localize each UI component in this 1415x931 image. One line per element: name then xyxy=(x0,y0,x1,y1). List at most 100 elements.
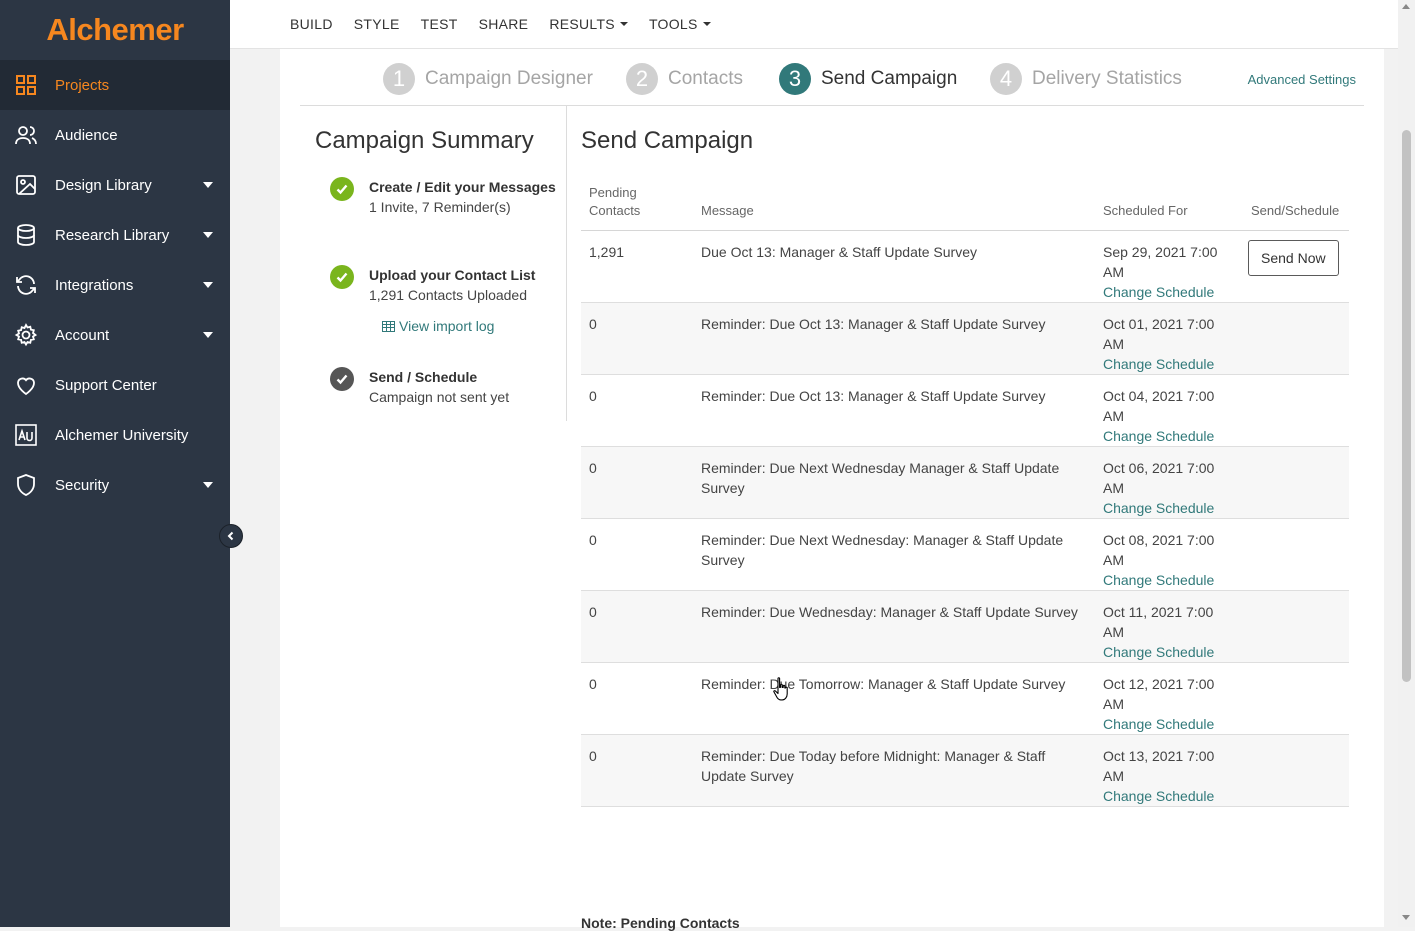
sidebar-item-audience[interactable]: Audience xyxy=(0,110,230,160)
change-schedule-link[interactable]: Change Schedule xyxy=(1103,282,1235,302)
table-row: 0 Reminder: Due Next Wednesday Manager &… xyxy=(581,446,1349,519)
change-schedule-link[interactable]: Change Schedule xyxy=(1103,498,1235,518)
step-delivery-statistics[interactable]: 4 Delivery Statistics xyxy=(990,63,1182,95)
summary-item-heading[interactable]: Upload your Contact List xyxy=(369,265,559,285)
step-send-campaign[interactable]: 3 Send Campaign xyxy=(779,63,957,95)
summary-item-heading[interactable]: Create / Edit your Messages xyxy=(369,177,559,197)
sidebar-item-design-library[interactable]: Design Library xyxy=(0,160,230,210)
change-schedule-link[interactable]: Change Schedule xyxy=(1103,570,1235,590)
message-text: Reminder: Due Oct 13: Manager & Staff Up… xyxy=(693,374,1095,447)
scheduled-date: Oct 04, 2021 7:00 AM xyxy=(1103,388,1215,424)
sidebar-item-label: Integrations xyxy=(55,276,134,294)
chevron-down-icon xyxy=(203,182,213,188)
image-icon xyxy=(16,175,36,195)
sidebar-item-account[interactable]: Account xyxy=(0,310,230,360)
step-number: 3 xyxy=(779,63,811,95)
check-circle-icon xyxy=(330,367,354,391)
step-campaign-designer[interactable]: 1 Campaign Designer xyxy=(383,63,593,95)
message-text: Reminder: Due Today before Midnight: Man… xyxy=(693,734,1095,807)
summary-item-status: 1 Invite, 7 Reminder(s) xyxy=(369,199,511,215)
step-label: Contacts xyxy=(668,68,743,89)
heart-icon xyxy=(17,377,35,396)
pending-count: 1,291 xyxy=(581,230,693,303)
scheduled-date: Oct 08, 2021 7:00 AM xyxy=(1103,532,1215,568)
sidebar-item-label: Security xyxy=(55,476,110,494)
check-circle-icon xyxy=(330,177,354,201)
send-cell xyxy=(1243,662,1349,735)
table-header-row: Pending Contacts Message Scheduled For S… xyxy=(581,177,1349,231)
caret-down-icon xyxy=(702,22,711,26)
change-schedule-link[interactable]: Change Schedule xyxy=(1103,426,1235,446)
send-cell xyxy=(1243,446,1349,519)
sidebar-item-support-center[interactable]: Support Center xyxy=(0,360,230,410)
nav-tools[interactable]: TOOLS xyxy=(649,16,711,32)
sidebar: Alchemer Projects Audience Design Librar… xyxy=(0,0,230,927)
table-row: 0 Reminder: Due Today before Midnight: M… xyxy=(581,734,1349,807)
summary-item-heading[interactable]: Send / Schedule xyxy=(369,367,559,387)
table-row: 1,291 Due Oct 13: Manager & Staff Update… xyxy=(581,230,1349,303)
sidebar-item-security[interactable]: Security xyxy=(0,460,230,510)
sidebar-item-label: Support Center xyxy=(55,376,157,394)
gear-icon xyxy=(14,323,38,347)
view-import-log-link[interactable]: View import log xyxy=(382,318,494,334)
send-cell xyxy=(1243,374,1349,447)
scheduled-date: Oct 06, 2021 7:00 AM xyxy=(1103,460,1215,496)
pending-count: 0 xyxy=(581,662,693,735)
message-text: Reminder: Due Tomorrow: Manager & Staff … xyxy=(693,662,1095,735)
send-cell xyxy=(1243,518,1349,591)
au-icon xyxy=(15,424,37,446)
collapse-sidebar-button[interactable] xyxy=(219,524,243,548)
send-now-button[interactable]: Send Now xyxy=(1248,240,1339,276)
col-send-schedule: Send/Schedule xyxy=(1243,177,1349,231)
send-cell xyxy=(1243,590,1349,663)
message-text: Reminder: Due Wednesday: Manager & Staff… xyxy=(693,590,1095,663)
advanced-settings-link[interactable]: Advanced Settings xyxy=(1248,72,1356,87)
schedule-cell: Oct 04, 2021 7:00 AM Change Schedule xyxy=(1095,374,1243,447)
sidebar-item-research-library[interactable]: Research Library xyxy=(0,210,230,260)
nav-build[interactable]: BUILD xyxy=(290,16,333,32)
col-scheduled-for: Scheduled For xyxy=(1095,177,1243,231)
change-schedule-link[interactable]: Change Schedule xyxy=(1103,354,1235,374)
nav-test[interactable]: TEST xyxy=(421,16,458,32)
sidebar-item-projects[interactable]: Projects xyxy=(0,60,230,110)
top-bar: BUILD STYLE TEST SHARE RESULTS TOOLS xyxy=(230,0,1398,49)
step-number: 4 xyxy=(990,63,1022,95)
top-nav: BUILD STYLE TEST SHARE RESULTS TOOLS xyxy=(290,16,732,32)
check-circle-icon xyxy=(330,265,354,289)
nav-label: RESULTS xyxy=(549,16,615,32)
nav-results[interactable]: RESULTS xyxy=(549,16,628,32)
schedule-cell: Oct 01, 2021 7:00 AM Change Schedule xyxy=(1095,302,1243,375)
chevron-left-icon xyxy=(227,531,234,541)
logo[interactable]: Alchemer xyxy=(0,0,230,60)
change-schedule-link[interactable]: Change Schedule xyxy=(1103,786,1235,806)
sidebar-item-integrations[interactable]: Integrations xyxy=(0,260,230,310)
step-wizard: 1 Campaign Designer 2 Contacts 3 Send Ca… xyxy=(300,49,1364,106)
scroll-up-arrow-icon[interactable] xyxy=(1402,4,1410,9)
grid-icon xyxy=(16,75,36,95)
shield-icon xyxy=(17,474,35,496)
table-row: 0 Reminder: Due Next Wednesday: Manager … xyxy=(581,518,1349,591)
caret-down-icon xyxy=(619,22,628,26)
nav-share[interactable]: SHARE xyxy=(479,16,529,32)
sidebar-item-alchemer-university[interactable]: Alchemer University xyxy=(0,410,230,460)
step-label: Campaign Designer xyxy=(425,68,593,89)
col-message: Message xyxy=(693,177,1095,231)
scheduled-date: Oct 01, 2021 7:00 AM xyxy=(1103,316,1215,352)
pending-count: 0 xyxy=(581,734,693,807)
sidebar-item-label: Projects xyxy=(55,76,110,94)
change-schedule-link[interactable]: Change Schedule xyxy=(1103,642,1235,662)
nav-label: BUILD xyxy=(290,16,333,32)
change-schedule-link[interactable]: Change Schedule xyxy=(1103,714,1235,734)
nav-style[interactable]: STYLE xyxy=(354,16,400,32)
database-icon xyxy=(17,224,35,246)
scrollbar-thumb[interactable] xyxy=(1402,130,1411,682)
table-icon xyxy=(382,320,395,332)
scroll-down-arrow-icon[interactable] xyxy=(1402,915,1410,920)
step-contacts[interactable]: 2 Contacts xyxy=(626,63,743,95)
hand-cursor-icon xyxy=(773,677,788,701)
scheduled-date: Oct 12, 2021 7:00 AM xyxy=(1103,676,1215,712)
message-text: Reminder: Due Next Wednesday Manager & S… xyxy=(693,446,1095,519)
col-pending-contacts: Pending Contacts xyxy=(581,177,693,231)
page-scrollbar[interactable] xyxy=(1398,0,1415,927)
pending-count: 0 xyxy=(581,590,693,663)
